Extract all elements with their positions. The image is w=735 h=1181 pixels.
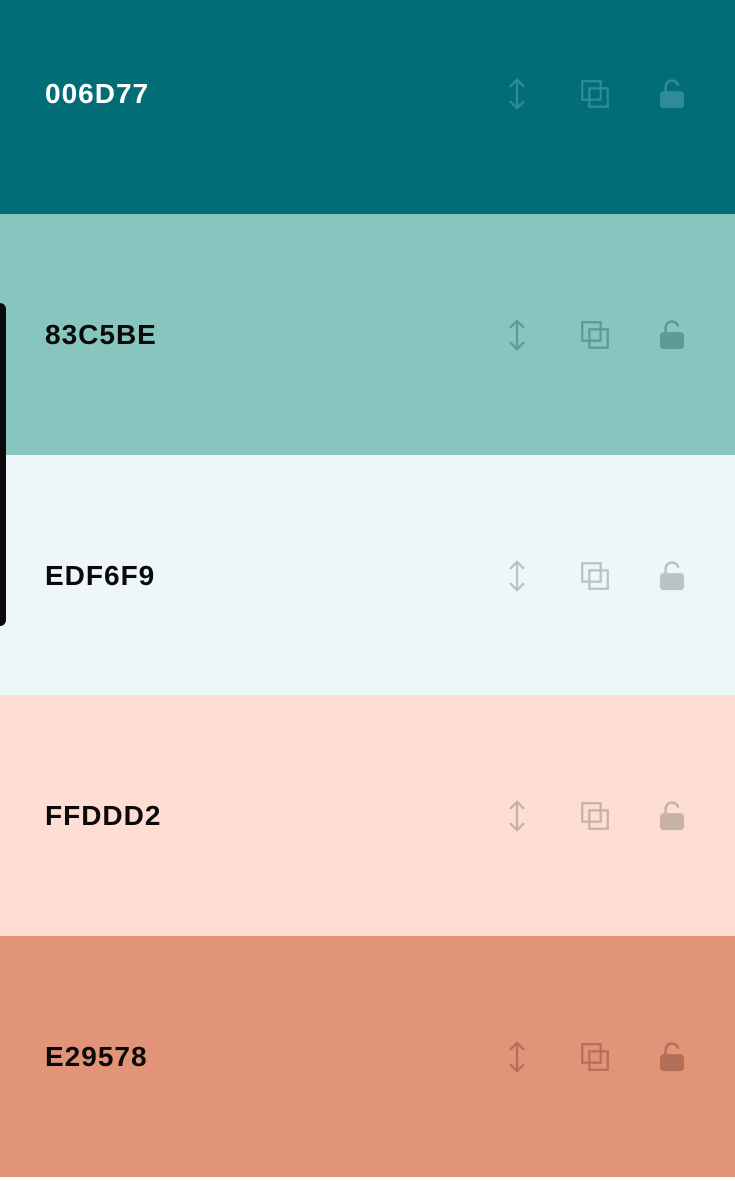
copy-button[interactable]: [577, 798, 613, 834]
lock-button[interactable]: [654, 558, 690, 594]
arrows-vertical-icon: [509, 1041, 525, 1072]
arrows-vertical-icon: [509, 800, 525, 831]
arrows-vertical-icon: [509, 78, 525, 109]
arrows-vertical-icon: [509, 319, 525, 350]
hex-code[interactable]: 006D77: [45, 79, 149, 108]
color-swatch-1[interactable]: 006D77: [0, 0, 735, 214]
copy-icon: [581, 79, 609, 108]
drag-handle-button[interactable]: [499, 317, 535, 353]
lock-button[interactable]: [654, 76, 690, 112]
unlock-icon: [659, 319, 685, 349]
side-panel-handle[interactable]: [0, 303, 6, 626]
color-swatch-4[interactable]: FFDDD2: [0, 695, 735, 936]
drag-handle-button[interactable]: [499, 1039, 535, 1075]
color-swatch-3[interactable]: EDF6F9: [0, 455, 735, 696]
copy-button[interactable]: [577, 558, 613, 594]
copy-button[interactable]: [577, 76, 613, 112]
lock-button[interactable]: [654, 798, 690, 834]
copy-icon: [581, 561, 609, 590]
hex-code[interactable]: 83C5BE: [45, 320, 157, 349]
copy-icon: [581, 320, 609, 349]
drag-handle-button[interactable]: [499, 558, 535, 594]
hex-code[interactable]: FFDDD2: [45, 801, 161, 830]
copy-button[interactable]: [577, 317, 613, 353]
lock-button[interactable]: [654, 317, 690, 353]
palette: 006D77 83C5BE EDF6F9 FFDDD2 E29578: [0, 0, 735, 1178]
color-swatch-2[interactable]: 83C5BE: [0, 214, 735, 455]
unlock-icon: [659, 1041, 685, 1071]
hex-code[interactable]: E29578: [45, 1042, 148, 1071]
lock-button[interactable]: [654, 1039, 690, 1075]
copy-icon: [581, 801, 609, 830]
unlock-icon: [659, 800, 685, 830]
copy-icon: [581, 1042, 609, 1071]
arrows-vertical-icon: [509, 560, 525, 591]
unlock-icon: [659, 560, 685, 590]
color-swatch-5[interactable]: E29578: [0, 936, 735, 1177]
copy-button[interactable]: [577, 1039, 613, 1075]
drag-handle-button[interactable]: [499, 798, 535, 834]
drag-handle-button[interactable]: [499, 76, 535, 112]
hex-code[interactable]: EDF6F9: [45, 561, 155, 590]
unlock-icon: [659, 78, 685, 108]
